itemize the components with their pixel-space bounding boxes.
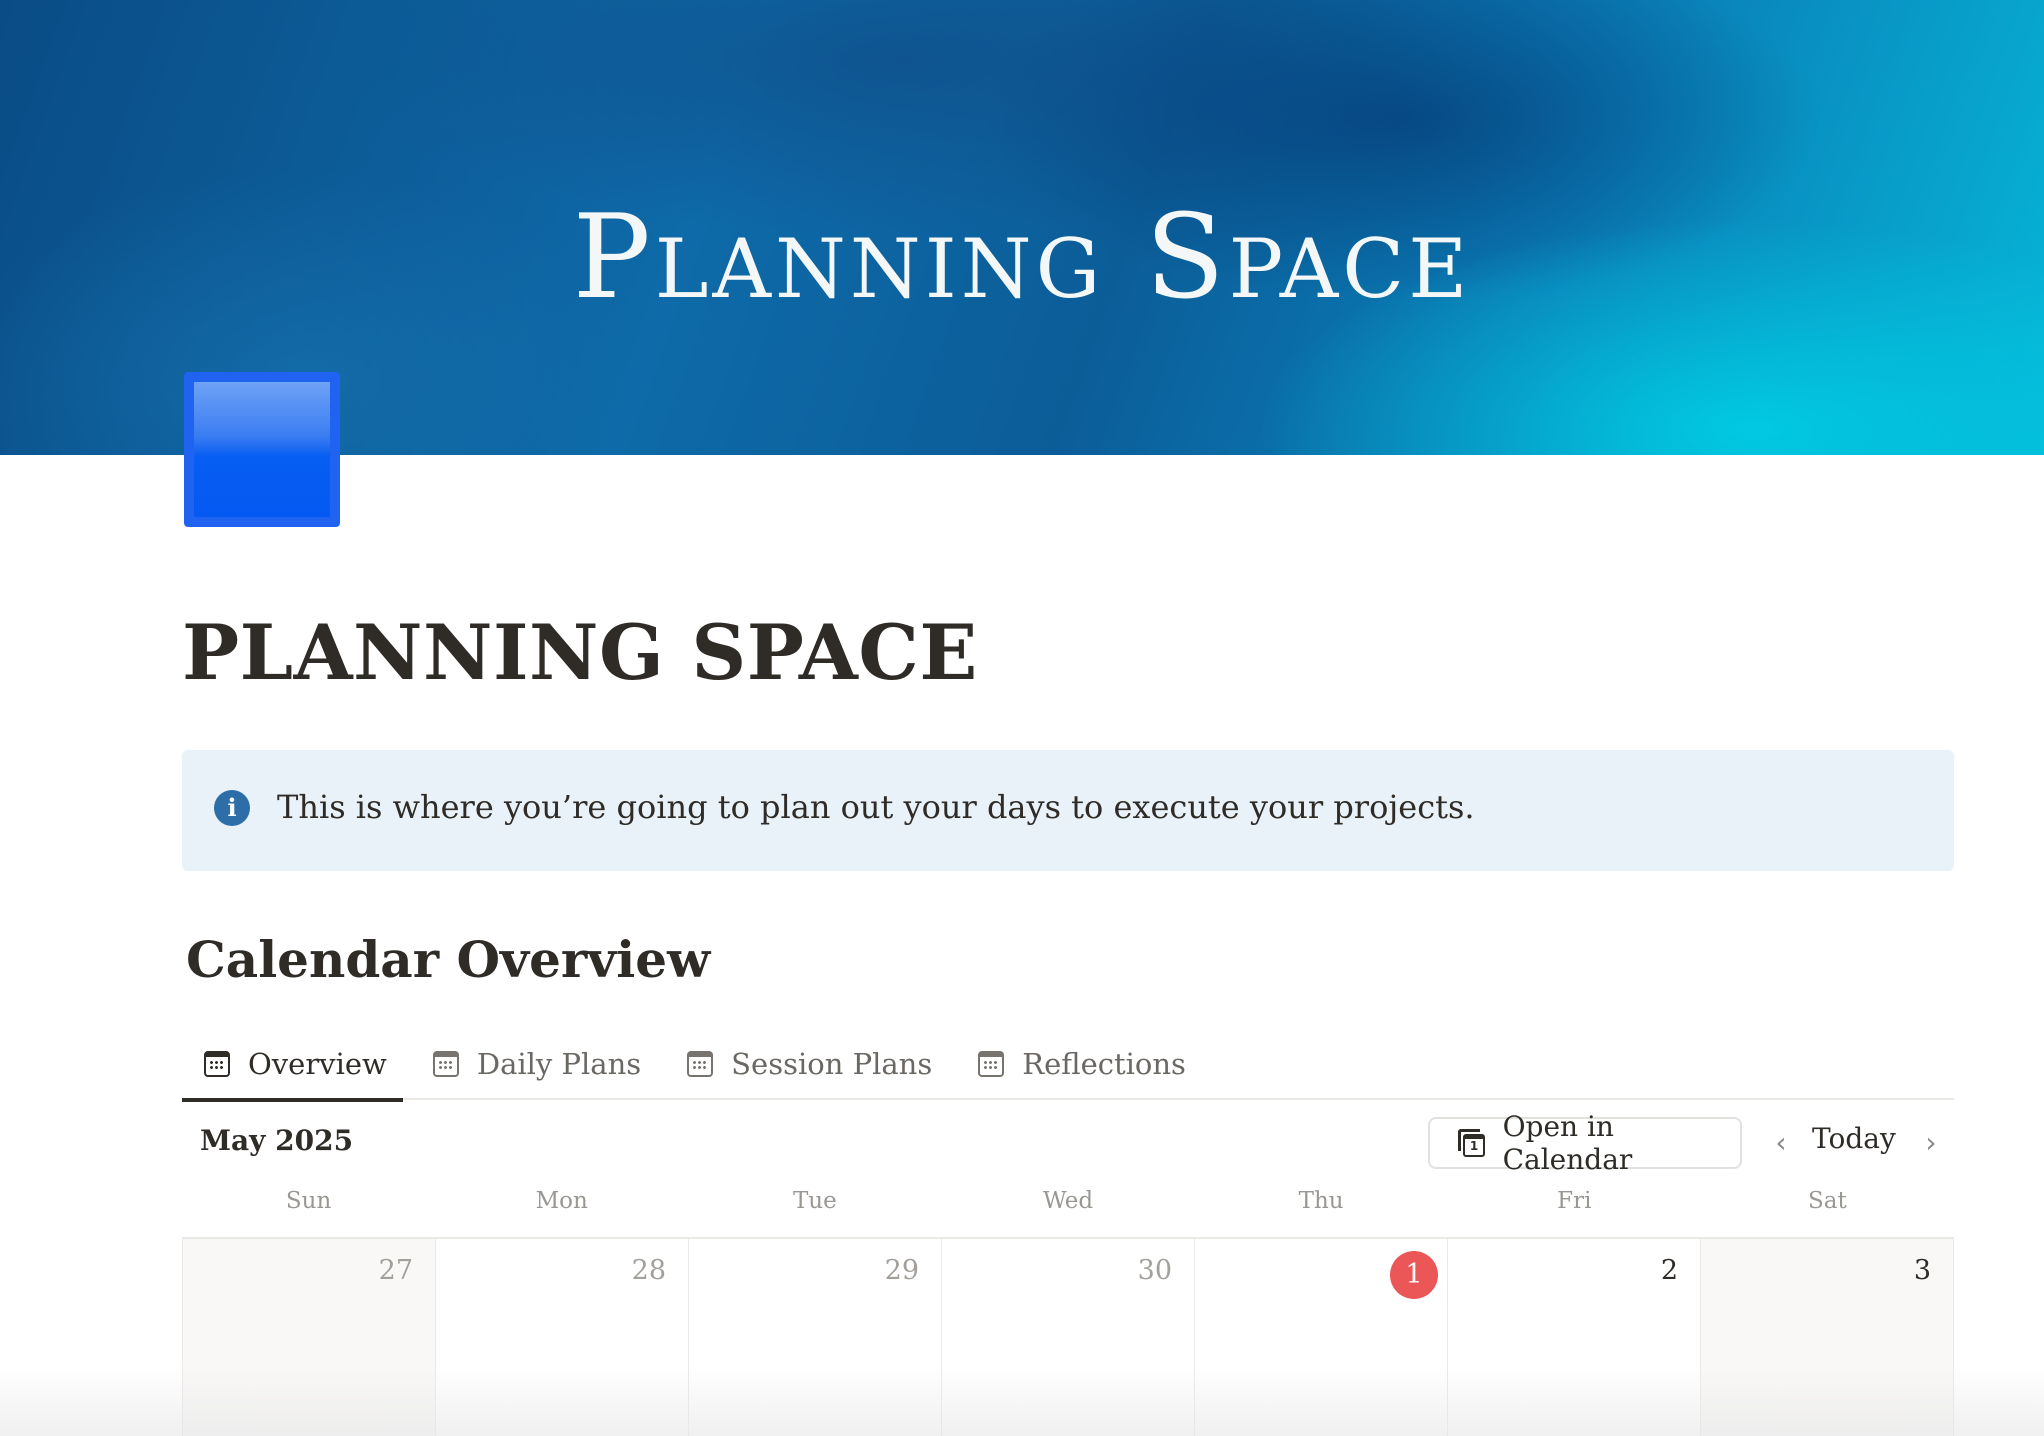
tab-overview[interactable]: Overview [182, 1028, 403, 1102]
cover-title: Planning Space [572, 190, 1472, 325]
page-icon[interactable] [184, 372, 340, 527]
calendar-icon [204, 1051, 230, 1077]
today-button[interactable]: Today [1812, 1122, 1896, 1155]
calendar-icon [687, 1051, 714, 1077]
day-number: 2 [1660, 1255, 1678, 1286]
month-label: May 2025 [200, 1124, 354, 1157]
tab-label: Session Plans [731, 1047, 933, 1081]
open-in-calendar-label: Open in Calendar [1502, 1110, 1633, 1176]
info-icon: i [214, 790, 250, 826]
view-tabs: Overview Daily Plans Session Plans Refle… [182, 1028, 1954, 1102]
tab-reflections[interactable]: Reflections [956, 1028, 1202, 1100]
calendar-day-cell[interactable]: 30 [942, 1239, 1195, 1436]
day-number: 28 [631, 1255, 666, 1286]
calendar-app-icon: 1 [1458, 1129, 1485, 1157]
day-number: 27 [378, 1255, 413, 1286]
tab-label: Reflections [1022, 1047, 1186, 1081]
calendar-grid: 27 28 29 30 1 2 3 [182, 1237, 1954, 1436]
chevron-left-icon[interactable]: ‹ [1766, 1128, 1796, 1158]
calendar-day-cell[interactable]: 27 [182, 1239, 436, 1436]
calendar-day-cell[interactable]: 28 [436, 1239, 689, 1436]
today-badge: 1 [1390, 1251, 1438, 1299]
calendar-day-cell[interactable]: 2 [1448, 1239, 1701, 1436]
tab-session-plans[interactable]: Session Plans [665, 1028, 948, 1100]
calendar-icon [978, 1051, 1005, 1077]
day-number: 29 [884, 1255, 919, 1286]
section-heading: Calendar Overview [186, 930, 711, 989]
open-in-calendar-button[interactable]: 1 Open in Calendar [1428, 1110, 1742, 1176]
calendar-day-cell[interactable]: 3 [1701, 1239, 1954, 1436]
tab-label: Overview [248, 1047, 387, 1081]
weekday-wed: Wed [1042, 1188, 1094, 1214]
tab-label: Daily Plans [476, 1047, 642, 1081]
blue-square-icon [194, 382, 330, 517]
callout: i This is where you’re going to plan out… [182, 750, 1954, 871]
page-title: PLANNING SPACE [182, 608, 978, 697]
weekday-mon: Mon [535, 1188, 588, 1214]
weekday-thu: Thu [1298, 1188, 1344, 1214]
calendar-day-cell-today[interactable]: 1 [1195, 1239, 1448, 1436]
chevron-right-icon[interactable]: › [1916, 1128, 1946, 1158]
day-number: 30 [1137, 1255, 1172, 1286]
day-number: 3 [1913, 1255, 1931, 1286]
tab-daily-plans[interactable]: Daily Plans [411, 1028, 657, 1100]
weekday-tue: Tue [792, 1188, 837, 1214]
weekday-header: Sun Mon Tue Wed Thu Fri Sat [182, 1188, 1954, 1238]
calendar-icon [432, 1051, 459, 1077]
weekday-fri: Fri [1557, 1188, 1592, 1214]
callout-text: This is where you’re going to plan out y… [277, 788, 1475, 826]
weekday-sat: Sat [1808, 1188, 1847, 1214]
weekday-sun: Sun [285, 1188, 332, 1214]
calendar-day-cell[interactable]: 29 [689, 1239, 942, 1436]
